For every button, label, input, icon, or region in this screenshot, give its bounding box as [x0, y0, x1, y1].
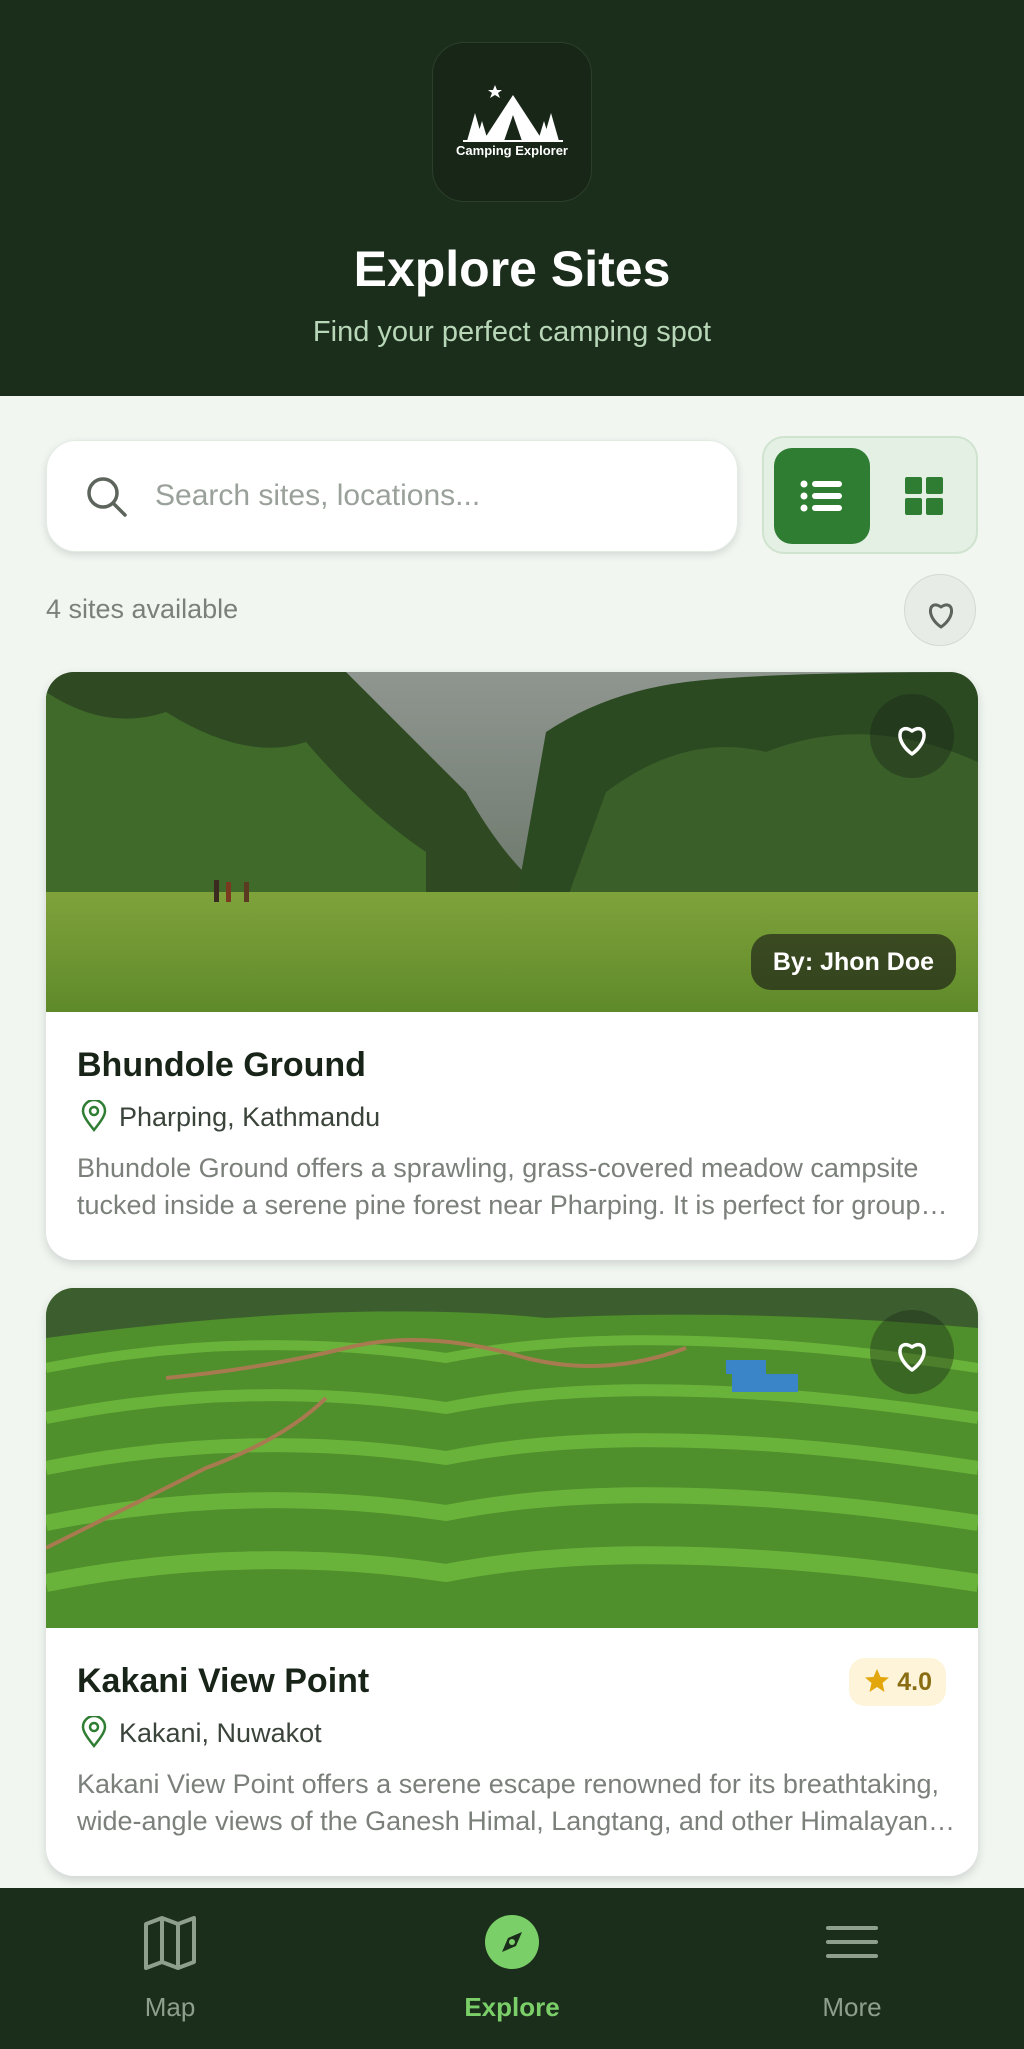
rating-value: 4.0	[897, 1668, 932, 1696]
site-location: Pharping, Kathmandu	[119, 1102, 381, 1132]
logo-text: Camping Explorer	[456, 143, 568, 158]
nav-label: Explore	[464, 1992, 560, 2022]
location-pin-icon	[81, 1100, 107, 1132]
view-toggle	[762, 436, 978, 554]
app-logo: Camping Explorer	[432, 42, 592, 202]
site-location: Kakani, Nuwakot	[119, 1718, 322, 1748]
heart-outline-icon	[898, 1343, 926, 1372]
site-card[interactable]: By: Jhon Doe Bhundole Ground Pharping, K…	[46, 672, 978, 1260]
list-icon	[800, 480, 842, 512]
page-subtitle: Find your perfect camping spot	[312, 316, 712, 348]
favorite-button[interactable]	[870, 694, 954, 778]
location-pin-icon	[81, 1716, 107, 1748]
sites-count: 4 sites available	[46, 594, 239, 624]
list-view-button[interactable]	[774, 448, 870, 544]
star-icon	[865, 1669, 890, 1692]
nav-item-explore[interactable]: Explore	[412, 1888, 612, 2049]
nav-item-map[interactable]: Map	[70, 1888, 270, 2049]
heart-outline-icon	[929, 603, 953, 629]
grid-view-button[interactable]	[878, 448, 970, 544]
rating-badge: 4.0	[849, 1658, 946, 1706]
site-title: Bhundole Ground	[77, 1046, 366, 1084]
favorites-filter-button[interactable]	[904, 574, 976, 646]
search-icon	[87, 477, 127, 517]
header: Camping Explorer Explore Sites Find your…	[0, 0, 1024, 396]
site-title: Kakani View Point	[77, 1662, 370, 1700]
search-input[interactable]: Search sites, locations...	[46, 440, 738, 552]
bottom-nav: Map Explore More	[0, 1888, 1024, 2049]
menu-icon	[826, 1926, 878, 1958]
grid-icon	[905, 477, 943, 515]
heart-outline-icon	[898, 727, 926, 756]
site-card[interactable]: Kakani View Point 4.0 Kakani, Nuwakot Ka…	[46, 1288, 978, 1876]
site-description: Bhundole Ground offers a sprawling, gras…	[77, 1153, 934, 1220]
tent-logo-icon	[463, 85, 563, 142]
compass-icon	[485, 1915, 539, 1969]
map-icon	[144, 1916, 196, 1970]
nav-label: More	[822, 1992, 882, 2022]
nav-label: Map	[144, 1992, 196, 2022]
page-title: Explore Sites	[353, 241, 671, 297]
site-description: Kakani View Point offers a serene escape…	[77, 1769, 940, 1836]
favorite-button[interactable]	[870, 1310, 954, 1394]
nav-item-more[interactable]: More	[752, 1888, 952, 2049]
search-placeholder: Search sites, locations...	[155, 479, 481, 512]
author-badge: By: Jhon Doe	[750, 934, 956, 990]
site-photo	[46, 1288, 978, 1628]
